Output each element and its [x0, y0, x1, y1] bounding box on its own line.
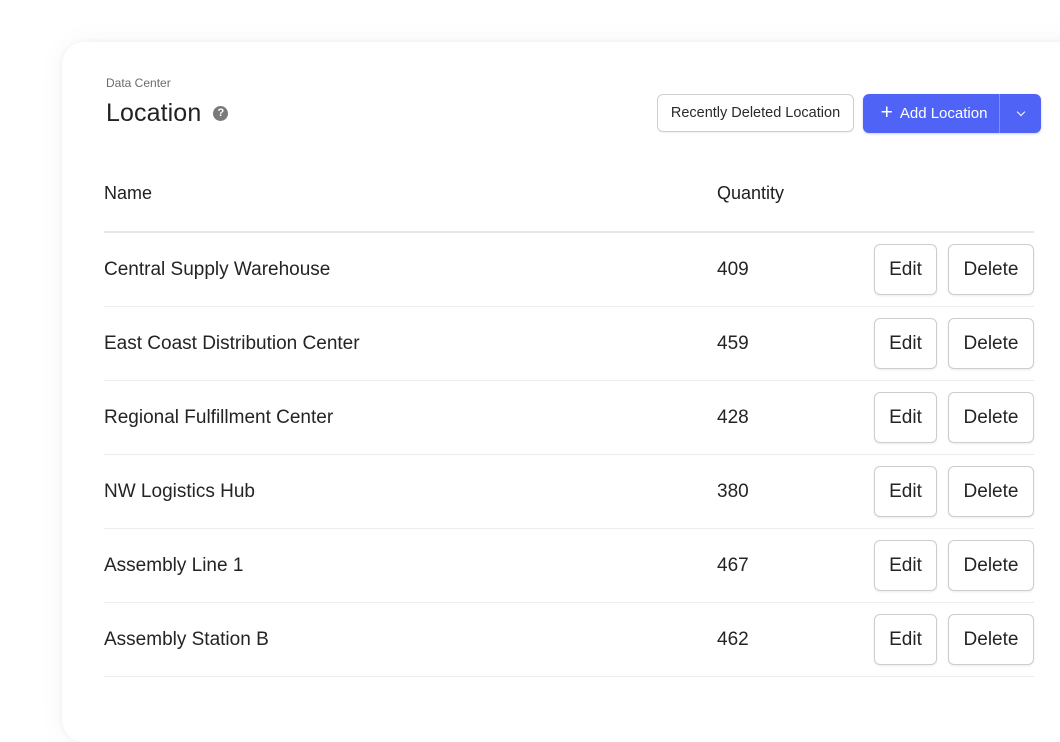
add-location-button[interactable]: + Add Location — [863, 94, 1000, 133]
location-table-body: Central Supply Warehouse 409 Edit Delete… — [104, 233, 1034, 677]
location-name: Regional Fulfillment Center — [104, 407, 334, 428]
delete-button[interactable]: Delete — [948, 392, 1034, 443]
recently-deleted-button[interactable]: Recently Deleted Location — [657, 94, 854, 132]
breadcrumb[interactable]: Data Center — [106, 76, 171, 90]
location-quantity: 467 — [717, 555, 749, 576]
table-row: Central Supply Warehouse 409 Edit Delete — [104, 233, 1034, 307]
location-name: Assembly Station B — [104, 629, 269, 650]
add-location-split-button: + Add Location — [863, 94, 1041, 133]
column-header-name[interactable]: Name — [104, 183, 152, 204]
location-quantity: 459 — [717, 333, 749, 354]
location-quantity: 409 — [717, 259, 749, 280]
table-row: NW Logistics Hub 380 Edit Delete — [104, 455, 1034, 529]
edit-button[interactable]: Edit — [874, 318, 937, 369]
edit-button[interactable]: Edit — [874, 466, 937, 517]
edit-button[interactable]: Edit — [874, 540, 937, 591]
page-title: Location — [106, 98, 202, 127]
add-location-menu-button[interactable] — [1000, 94, 1041, 133]
edit-button[interactable]: Edit — [874, 392, 937, 443]
delete-button[interactable]: Delete — [948, 318, 1034, 369]
delete-button[interactable]: Delete — [948, 466, 1034, 517]
title-row: Location ? — [106, 96, 229, 130]
edit-button[interactable]: Edit — [874, 614, 937, 665]
chevron-down-icon — [1016, 107, 1025, 116]
location-name: NW Logistics Hub — [104, 481, 255, 502]
delete-button[interactable]: Delete — [948, 614, 1034, 665]
delete-button[interactable]: Delete — [948, 244, 1034, 295]
location-quantity: 462 — [717, 629, 749, 650]
table-row: Assembly Station B 462 Edit Delete — [104, 603, 1034, 677]
add-location-label: Add Location — [899, 105, 988, 122]
edit-button[interactable]: Edit — [874, 244, 937, 295]
location-quantity: 380 — [717, 481, 749, 502]
table-row: Assembly Line 1 467 Edit Delete — [104, 529, 1034, 603]
location-name: Central Supply Warehouse — [104, 259, 331, 280]
table-row: East Coast Distribution Center 459 Edit … — [104, 307, 1034, 381]
column-header-quantity[interactable]: Quantity — [717, 183, 784, 204]
plus-icon: + — [880, 101, 893, 124]
delete-button[interactable]: Delete — [948, 540, 1034, 591]
location-quantity: 428 — [717, 407, 749, 428]
help-icon[interactable]: ? — [213, 105, 229, 121]
location-name: Assembly Line 1 — [104, 555, 244, 576]
location-name: East Coast Distribution Center — [104, 333, 360, 354]
table-row: Regional Fulfillment Center 428 Edit Del… — [104, 381, 1034, 455]
